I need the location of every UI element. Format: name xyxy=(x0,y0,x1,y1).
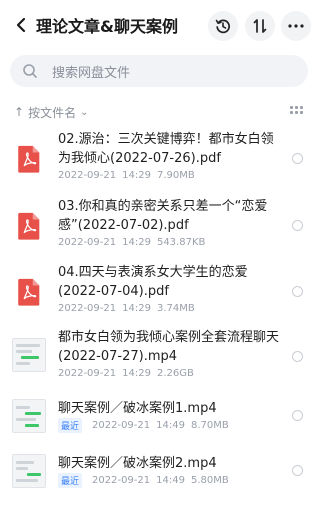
file-time: 14:49 xyxy=(156,420,185,431)
sort-arrows-icon xyxy=(253,19,267,33)
video-thumbnail xyxy=(12,454,46,488)
pdf-file-icon xyxy=(18,212,40,240)
select-checkbox[interactable] xyxy=(292,153,303,164)
file-size: 5.80MB xyxy=(190,475,229,486)
file-date: 2022-09-21 xyxy=(92,420,151,431)
file-time: 14:29 xyxy=(122,170,151,181)
sort-ascending-arrow: ↑ xyxy=(14,105,25,119)
chevron-left-icon xyxy=(16,17,26,33)
back-button[interactable] xyxy=(10,14,32,36)
file-row[interactable]: 02.源治：三次关键博弈！都市女白领为我倾心(2022-07-26).pdf 20… xyxy=(0,130,320,188)
sort-by-name-dropdown[interactable]: ↑ 按文件名 ⌄ xyxy=(14,104,88,120)
history-button[interactable] xyxy=(208,11,238,41)
file-date: 2022-09-21 xyxy=(58,237,117,248)
file-time: 14:29 xyxy=(122,303,151,314)
top-bar: 理论文章&聊天案例 xyxy=(0,0,320,52)
video-thumbnail xyxy=(12,338,46,372)
page-title: 理论文章&聊天案例 xyxy=(36,17,178,36)
sort-label: 按文件名 xyxy=(28,105,77,120)
file-row[interactable]: 04.四天与表演系女大学生的恋爱(2022-07-04).pdf 2022-09-… xyxy=(0,263,320,321)
file-date: 2022-09-21 xyxy=(58,303,117,314)
history-icon xyxy=(215,19,230,34)
file-name: 02.源治：三次关键博弈！都市女白领为我倾心(2022-07-26).pdf xyxy=(58,132,274,166)
file-size: 7.90MB xyxy=(156,170,195,181)
select-checkbox[interactable] xyxy=(292,465,303,476)
file-meta: 2022-09-21 14:29 2.26GB xyxy=(58,368,194,379)
file-row[interactable]: 03.你和真的亲密关系只差一个“恋爱感”(2022-07-02).pdf 2022… xyxy=(0,197,320,255)
select-checkbox[interactable] xyxy=(292,410,303,421)
sort-button[interactable] xyxy=(245,11,275,41)
pdf-file-icon xyxy=(18,278,40,306)
file-meta: 2022-09-21 14:29 543.87KB xyxy=(58,237,205,248)
recent-badge: 最近 xyxy=(58,418,83,433)
file-row[interactable]: 都市女白领为我倾心案例全套流程聊天(2022-07-27).mp4 2022-09… xyxy=(0,328,320,386)
file-name: 聊天案例／破冰案例1.mp4 xyxy=(58,401,217,416)
grid-view-toggle[interactable] xyxy=(290,106,304,116)
file-size: 3.74MB xyxy=(156,303,195,314)
file-name: 都市女白领为我倾心案例全套流程聊天(2022-07-27).mp4 xyxy=(58,330,280,364)
file-date: 2022-09-21 xyxy=(92,475,151,486)
file-size: 2.26GB xyxy=(156,368,194,379)
select-checkbox[interactable] xyxy=(292,220,303,231)
more-horizontal-icon xyxy=(288,24,304,28)
chevron-down-icon: ⌄ xyxy=(80,106,89,118)
select-checkbox[interactable] xyxy=(292,286,303,297)
file-row[interactable]: 聊天案例／破冰案例2.mp4 最近 2022-09-21 14:49 5.80MB xyxy=(0,452,320,510)
file-time: 14:29 xyxy=(122,237,151,248)
file-row[interactable]: 聊天案例／破冰案例1.mp4 最近 2022-09-21 14:49 8.70MB xyxy=(0,397,320,455)
file-name: 04.四天与表演系女大学生的恋爱(2022-07-04).pdf xyxy=(58,265,248,299)
file-meta: 最近 2022-09-21 14:49 5.80MB xyxy=(58,473,229,488)
file-name: 聊天案例／破冰案例2.mp4 xyxy=(58,456,217,471)
file-name: 03.你和真的亲密关系只差一个“恋爱感”(2022-07-02).pdf xyxy=(58,199,268,233)
file-size: 8.70MB xyxy=(190,420,229,431)
file-size: 543.87KB xyxy=(156,237,206,248)
pdf-file-icon xyxy=(18,145,40,173)
file-meta: 最近 2022-09-21 14:49 8.70MB xyxy=(58,418,229,433)
file-meta: 2022-09-21 14:29 7.90MB xyxy=(58,170,195,181)
search-input[interactable]: 搜索网盘文件 xyxy=(10,55,308,87)
file-date: 2022-09-21 xyxy=(58,170,117,181)
more-button[interactable] xyxy=(281,11,311,41)
search-icon xyxy=(22,62,40,80)
search-placeholder: 搜索网盘文件 xyxy=(52,65,131,81)
file-date: 2022-09-21 xyxy=(58,368,117,379)
select-checkbox[interactable] xyxy=(292,351,303,362)
recent-badge: 最近 xyxy=(58,473,83,488)
file-meta: 2022-09-21 14:29 3.74MB xyxy=(58,303,195,314)
video-thumbnail xyxy=(12,399,46,433)
file-time: 14:49 xyxy=(156,475,185,486)
file-time: 14:29 xyxy=(122,368,151,379)
